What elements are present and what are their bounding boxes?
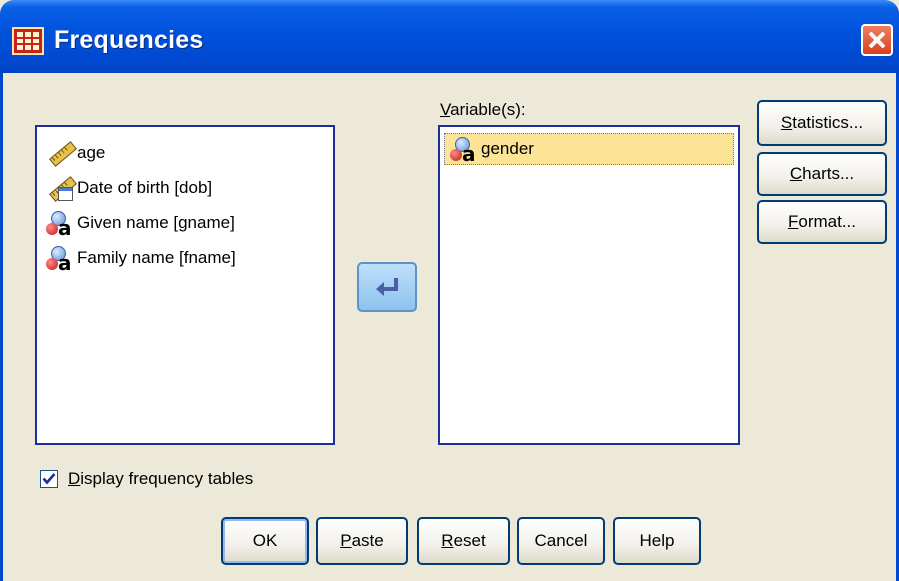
ruler-icon xyxy=(45,139,77,167)
nominal-string-icon: a xyxy=(45,209,75,240)
list-item-label: Date of birth [dob] xyxy=(77,178,213,197)
list-item-label: gender xyxy=(481,139,534,158)
list-item[interactable]: a Family name [fname] xyxy=(45,242,236,275)
list-item-label: Family name [fname] xyxy=(77,248,236,267)
target-variable-list[interactable]: a gender xyxy=(438,125,740,445)
format-button[interactable]: Format... xyxy=(757,200,887,244)
list-item-label: age xyxy=(77,143,106,162)
nominal-string-icon: a xyxy=(449,135,479,166)
move-variable-button[interactable] xyxy=(357,262,417,312)
paste-button[interactable]: Paste xyxy=(316,517,408,565)
close-icon[interactable] xyxy=(861,24,893,56)
date-ruler-icon xyxy=(45,174,77,202)
display-frequency-tables-checkbox[interactable] xyxy=(40,470,58,488)
cancel-button[interactable]: Cancel xyxy=(517,517,605,565)
checkmark-icon xyxy=(42,473,56,485)
checkbox-label: Display frequency tables xyxy=(68,469,254,488)
spss-table-icon xyxy=(12,27,44,55)
dialog-title: Frequencies xyxy=(54,26,204,54)
ok-button[interactable]: OK xyxy=(221,517,309,565)
move-arrow-icon xyxy=(376,278,398,296)
help-button[interactable]: Help xyxy=(613,517,701,565)
display-frequency-tables-option[interactable]: Display frequency tables xyxy=(40,469,253,489)
list-item[interactable]: a gender xyxy=(444,133,734,166)
list-item[interactable]: a Given name [gname] xyxy=(45,207,235,240)
source-variable-list[interactable]: age Date of birth [dob] a Given name [gn… xyxy=(35,125,335,445)
variables-label: Variable(s): xyxy=(440,100,526,119)
list-item-label: Given name [gname] xyxy=(77,213,235,232)
title-bar: Frequencies xyxy=(0,0,899,73)
nominal-string-icon: a xyxy=(45,244,75,275)
statistics-button[interactable]: Statistics... xyxy=(757,100,887,146)
list-item[interactable]: Date of birth [dob] xyxy=(45,172,212,204)
charts-button[interactable]: Charts... xyxy=(757,152,887,196)
reset-button[interactable]: Reset xyxy=(417,517,510,565)
list-item[interactable]: age xyxy=(45,137,105,169)
